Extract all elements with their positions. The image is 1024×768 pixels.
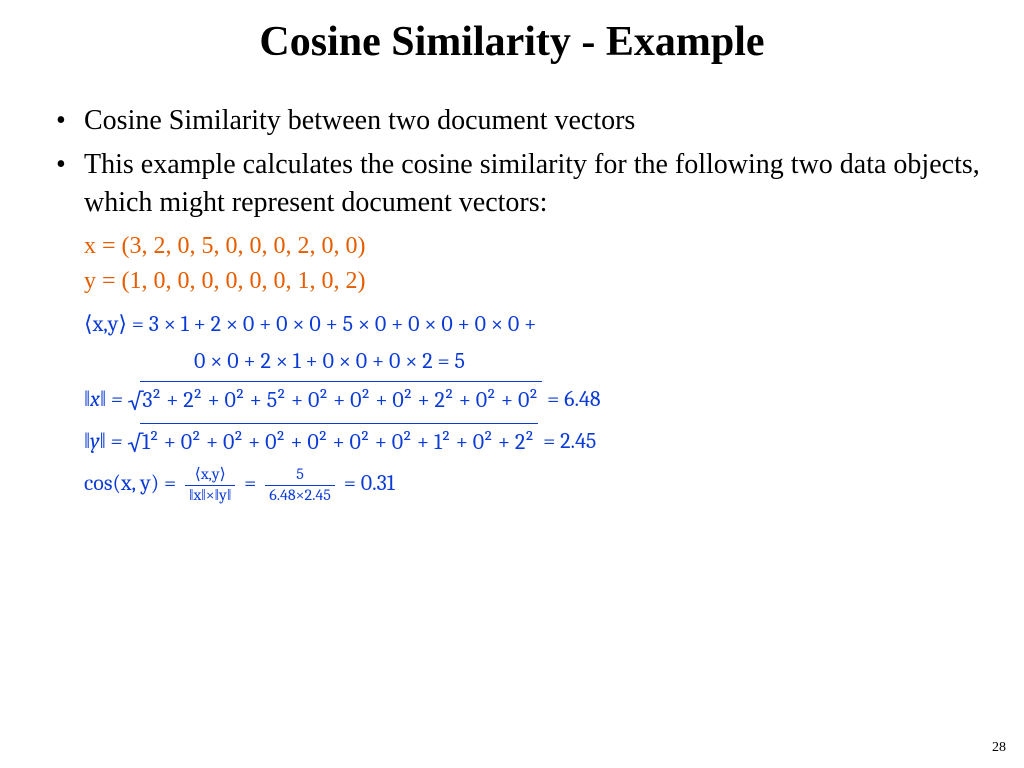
frac1-den: ‖x‖×‖y‖ [185,485,235,505]
frac2-den: 6.48×2.45 [265,485,335,505]
frac2-num: 5 [265,466,335,485]
frac1-num: ⟨x,y⟩ [185,466,235,485]
cos-result: = 0.31 [344,470,395,496]
page-number: 28 [992,740,1006,756]
normx-result: = 6.48 [542,386,600,412]
normy-sqrt-body: 1² + 0² + 0² + 0² + 0² + 0² + 0² + 1² + … [140,423,538,460]
math-derivation: ⟨x,y⟩ = 3 × 1 + 2 × 0 + 0 × 0 + 5 × 0 + … [84,307,984,504]
norm-y-line: ‖y‖ = 1² + 0² + 0² + 0² + 0² + 0² + 0² +… [84,423,984,462]
normy-label: ‖y‖ = [84,428,122,454]
dot-label: ⟨x,y⟩ = [84,311,144,337]
dot-product-line2: 0 × 0 + 2 × 1 + 0 × 0 + 0 × 2 = 5 [84,344,984,379]
fraction-symbolic: ⟨x,y⟩ ‖x‖×‖y‖ [185,466,235,504]
slide: Cosine Similarity - Example Cosine Simil… [0,0,1024,768]
slide-title: Cosine Similarity - Example [40,18,984,66]
equals-1: = [244,470,261,496]
normx-label: ‖x‖ = [84,386,123,412]
vector-definitions: x = (3, 2, 0, 5, 0, 0, 0, 2, 0, 0) y = (… [84,229,984,299]
bullet-2: This example calculates the cosine simil… [48,146,984,222]
bullet-list: Cosine Similarity between two document v… [48,102,984,221]
sqrt-x: 3² + 2² + 0² + 5² + 0² + 0² + 0² + 2² + … [128,381,543,420]
fraction-numeric: 5 6.48×2.45 [265,466,335,504]
dot-expr-1: 3 × 1 + 2 × 0 + 0 × 0 + 5 × 0 + 0 × 0 + … [149,311,537,337]
cosine-line: cos(x, y) = ⟨x,y⟩ ‖x‖×‖y‖ = 5 6.48×2.45 … [84,466,984,504]
vector-x: x = (3, 2, 0, 5, 0, 0, 0, 2, 0, 0) [84,229,984,264]
sqrt-y: 1² + 0² + 0² + 0² + 0² + 0² + 0² + 1² + … [127,423,538,462]
normx-sqrt-body: 3² + 2² + 0² + 5² + 0² + 0² + 0² + 2² + … [140,381,542,418]
cos-label: cos(x, y) = [84,470,176,496]
dot-expr-2: 0 × 0 + 2 × 1 + 0 × 0 + 0 × 2 = 5 [194,348,465,374]
vector-y: y = (1, 0, 0, 0, 0, 0, 0, 1, 0, 2) [84,264,984,299]
dot-product-line1: ⟨x,y⟩ = 3 × 1 + 2 × 0 + 0 × 0 + 5 × 0 + … [84,307,984,342]
bullet-1: Cosine Similarity between two document v… [48,102,984,140]
norm-x-line: ‖x‖ = 3² + 2² + 0² + 5² + 0² + 0² + 0² +… [84,381,984,420]
normy-result: = 2.45 [538,428,596,454]
